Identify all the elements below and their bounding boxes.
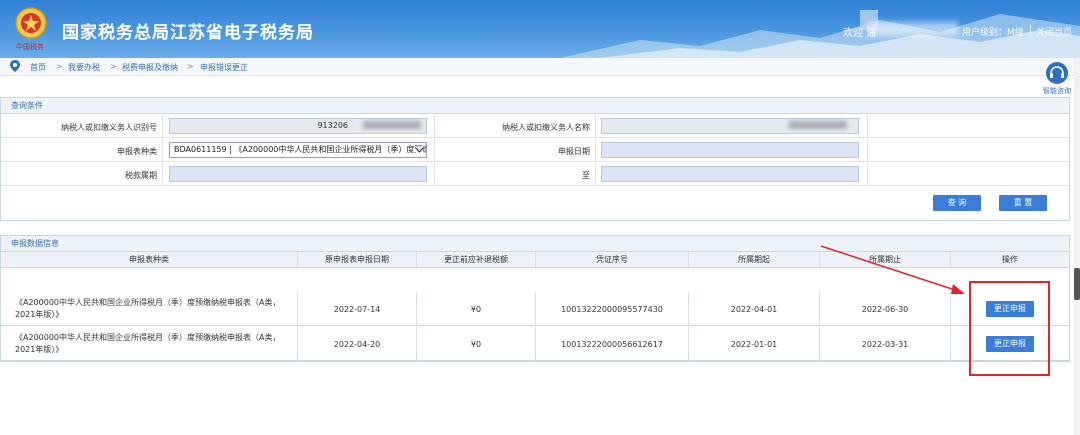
- col-voucher-no: 凭证序号: [536, 252, 689, 268]
- breadcrumb-separator: >: [110, 62, 117, 71]
- tax-emblem-icon: [15, 7, 47, 39]
- page-scrollbar-thumb[interactable]: [1074, 268, 1080, 300]
- tax-period-end-input[interactable]: [601, 166, 859, 182]
- cell-report-date: 2022-04-20: [298, 327, 417, 361]
- redacted-taxpayer-id: [363, 121, 421, 129]
- redacted-username: [868, 22, 958, 36]
- headset-icon: [1046, 62, 1068, 84]
- breadcrumb-declaration[interactable]: 税费申报及缴纳: [122, 62, 178, 73]
- cell-period-end: 2022-03-31: [820, 327, 951, 361]
- cell-report-type: 《A200000中华人民共和国企业所得税月（季）度预缴纳税申报表（A类，2021…: [1, 327, 298, 361]
- query-button[interactable]: 查 询: [933, 195, 981, 211]
- report-type-select[interactable]: BDA0611159 | 《A200000中华人民共和国企业所得税月（季）度预缴…: [169, 142, 427, 158]
- taxpayer-id-label: 纳税人或扣缴义务人识别号: [61, 123, 157, 132]
- site-title: 国家税务总局江苏省电子税务局: [62, 23, 314, 43]
- table-row: 《A200000中华人民共和国企业所得税月（季）度预缴纳税申报表（A类，2021…: [1, 327, 1069, 361]
- cell-report-date: 2022-07-14: [298, 292, 417, 326]
- col-report-type: 申报表种类: [1, 252, 298, 268]
- emblem-caption: 中国税务: [16, 43, 44, 51]
- smart-consult-widget[interactable]: 智能咨询: [1040, 62, 1074, 95]
- taxpayer-name-label: 纳税人或扣缴义务人名称: [502, 123, 590, 132]
- breadcrumb: 首页 > 我要办税 > 税费申报及缴纳 > 申报错误更正: [0, 58, 1080, 76]
- tax-period-label: 税款属期: [125, 171, 157, 180]
- tax-period-start-input[interactable]: [169, 166, 427, 182]
- location-pin-icon: [10, 60, 20, 72]
- redacted-taxpayer-name: [789, 121, 847, 129]
- col-amount: 更正前应补退税额: [417, 252, 536, 268]
- reset-button[interactable]: 重 置: [999, 195, 1047, 211]
- report-date-input[interactable]: [601, 142, 859, 158]
- cell-period-start: 2022-04-01: [689, 292, 820, 326]
- site-header: 中国税务 国家税务总局江苏省电子税务局 欢迎 油 用户级别：M级 | 关闭当页: [0, 0, 1080, 58]
- annotation-arrow-icon: [820, 245, 965, 294]
- cell-voucher-no: 10013222000056612617: [536, 327, 689, 361]
- col-report-date: 原申报表申报日期: [298, 252, 417, 268]
- form-row-taxpayer: 纳税人或扣缴义务人识别号 913206 纳税人或扣缴义务人名称: [1, 115, 1069, 138]
- annotation-highlight-box: [969, 281, 1050, 376]
- report-date-label: 申报日期: [558, 147, 590, 156]
- cell-period-start: 2022-01-01: [689, 327, 820, 361]
- breadcrumb-home[interactable]: 首页: [30, 62, 46, 73]
- cell-report-type: 《A200000中华人民共和国企业所得税月（季）度预缴纳税申报表（A类，2021…: [1, 292, 298, 326]
- header-separator: |: [1029, 25, 1033, 35]
- col-period-start: 所属期起: [689, 252, 820, 268]
- user-level: 用户级别：M级: [962, 28, 1024, 38]
- report-type-value: BDA0611159 | 《A200000中华人民共和国企业所得税月（季）度预缴…: [174, 145, 427, 154]
- to-label: 至: [582, 171, 590, 180]
- form-row-period: 税款属期 至: [1, 163, 1069, 186]
- report-type-label: 申报表种类: [117, 147, 157, 156]
- cell-amount: ¥0: [417, 292, 536, 326]
- chevron-down-icon: [416, 147, 423, 153]
- cell-amount: ¥0: [417, 327, 536, 361]
- form-row-type-date: 申报表种类 BDA0611159 | 《A200000中华人民共和国企业所得税月…: [1, 139, 1069, 162]
- breadcrumb-current: 申报错误更正: [200, 63, 248, 72]
- close-page-link[interactable]: 关闭当页: [1036, 25, 1072, 38]
- breadcrumb-separator: >: [187, 62, 194, 71]
- breadcrumb-separator: >: [56, 62, 63, 71]
- taxpayer-id-value: 913206: [317, 121, 348, 130]
- breadcrumb-tax-handling[interactable]: 我要办税: [68, 62, 100, 73]
- page-scrollbar-track[interactable]: [1074, 58, 1080, 435]
- query-panel: 查询条件 纳税人或扣缴义务人识别号 913206 纳税人或扣缴义务人名称 申报表…: [0, 97, 1070, 221]
- smart-consult-label: 智能咨询: [1043, 87, 1071, 95]
- cell-voucher-no: 10013222000095577430: [536, 292, 689, 326]
- query-section-title: 查询条件: [1, 98, 1069, 114]
